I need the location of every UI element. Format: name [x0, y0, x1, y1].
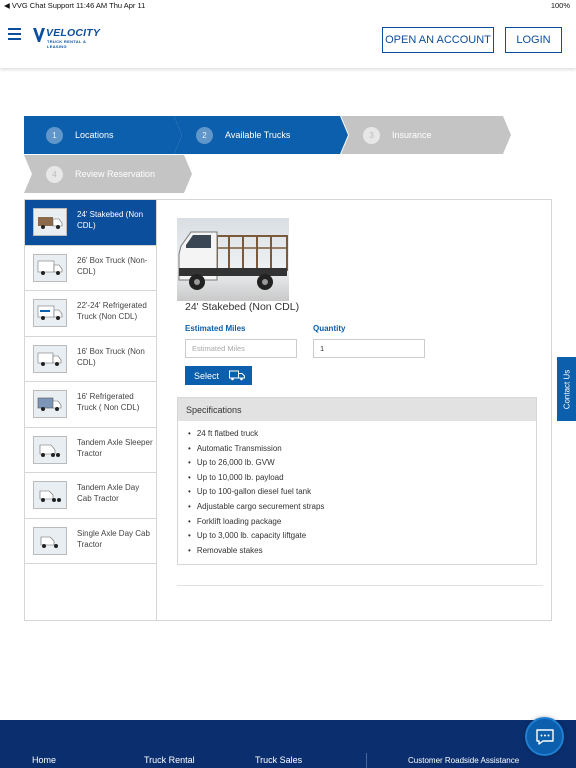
truck-item-16-refrigerated[interactable]: 16' Refrigerated Truck ( Non CDL)	[25, 382, 156, 428]
spec-item: Automatic Transmission	[188, 442, 536, 457]
spec-item: Up to 26,000 lb. GVW	[188, 456, 536, 471]
step-locations[interactable]: 1 Locations	[24, 116, 182, 154]
content-divider	[177, 585, 543, 586]
truck-item-24-stakebed[interactable]: 24' Stakebed (Non CDL)	[25, 200, 156, 246]
estimated-miles-label: Estimated Miles	[185, 324, 246, 333]
footer-link-truck-sales[interactable]: Truck Sales	[255, 755, 302, 765]
velocity-logo[interactable]: VELOCITY TRUCK RENTAL & LEASING	[33, 26, 105, 49]
truck-label: 16' Box Truck (Non CDL)	[77, 346, 145, 367]
site-footer: Home Truck Rental Truck Sales Customer R…	[0, 720, 576, 768]
spec-item: Up to 3,000 lb. capacity liftgate	[188, 529, 536, 544]
contact-us-tab[interactable]: Contact Us	[557, 357, 576, 421]
footer-link-home[interactable]: Home	[32, 755, 56, 765]
step-label: Review Reservation	[75, 169, 156, 179]
truck-label: Tandem Axle Sleeper Tractor	[77, 437, 153, 458]
truck-item-tandem-day-cab[interactable]: Tandem Axle Day Cab Tractor	[25, 473, 156, 519]
truck-thumbnail	[33, 390, 67, 418]
truck-label: 24' Stakebed (Non CDL)	[77, 210, 144, 230]
spec-item: Up to 10,000 lb. payload	[188, 471, 536, 486]
truck-label: 22'-24' Refrigerated Truck (Non CDL)	[77, 301, 147, 321]
truck-photo	[177, 218, 289, 301]
truck-thumbnail	[33, 253, 67, 282]
truck-thumbnail	[33, 299, 67, 327]
specifications-heading: Specifications	[178, 398, 536, 421]
spec-item: Adjustable cargo securement straps	[188, 500, 536, 515]
spec-item: Up to 100-gallon diesel fuel tank	[188, 485, 536, 500]
step-label: Locations	[75, 130, 114, 140]
truck-thumbnail	[33, 526, 67, 555]
quantity-input[interactable]: 1	[313, 339, 425, 358]
spec-item: Removable stakes	[188, 544, 536, 559]
quantity-label: Quantity	[313, 324, 346, 333]
truck-item-16-box[interactable]: 16' Box Truck (Non CDL)	[25, 337, 156, 382]
truck-label: Single Axle Day Cab Tractor	[77, 528, 150, 549]
logo-wordmark: VELOCITY	[46, 27, 101, 39]
specifications-list: 24 ft flatbed truck Automatic Transmissi…	[178, 421, 536, 558]
step-available-trucks[interactable]: 2 Available Trucks	[174, 116, 348, 154]
logo-v-icon	[33, 28, 45, 42]
reservation-panel: 24' Stakebed (Non CDL) 26' Box Truck (No…	[24, 199, 552, 621]
specifications-box: Specifications 24 ft flatbed truck Autom…	[177, 397, 537, 565]
truck-item-single-day-cab[interactable]: Single Axle Day Cab Tractor	[25, 519, 156, 564]
truck-thumbnail	[33, 435, 67, 464]
spec-item: 24 ft flatbed truck	[188, 427, 536, 442]
site-header: VELOCITY TRUCK RENTAL & LEASING OPEN AN …	[0, 12, 576, 68]
truck-thumbnail	[33, 344, 67, 373]
step-number: 4	[46, 165, 63, 183]
step-label: Available Trucks	[225, 130, 291, 140]
step-number: 1	[46, 126, 63, 144]
chat-bubble-icon	[535, 728, 554, 745]
status-left: ◀ VVG Chat Support 11:46 AM Thu Apr 11	[4, 1, 146, 10]
truck-item-tandem-sleeper[interactable]: Tandem Axle Sleeper Tractor	[25, 428, 156, 473]
chat-button[interactable]	[525, 717, 564, 756]
step-label: Insurance	[392, 130, 432, 140]
truck-thumbnail	[33, 208, 67, 236]
truck-list: 24' Stakebed (Non CDL) 26' Box Truck (No…	[25, 200, 157, 620]
truck-item-26-box[interactable]: 26' Box Truck (Non-CDL)	[25, 246, 156, 291]
step-review-reservation[interactable]: 4 Review Reservation	[24, 155, 192, 193]
truck-title: 24' Stakebed (Non CDL)	[185, 301, 300, 313]
estimated-miles-input[interactable]: Estimated Miles	[185, 339, 297, 358]
login-button[interactable]: LOGIN	[505, 27, 562, 53]
menu-icon[interactable]	[8, 28, 21, 40]
status-bar: ◀ VVG Chat Support 11:46 AM Thu Apr 11 1…	[0, 0, 576, 12]
truck-icon	[229, 370, 246, 381]
footer-divider	[366, 753, 367, 768]
select-button[interactable]: Select	[185, 366, 252, 385]
logo-tagline: TRUCK RENTAL & LEASING	[47, 39, 87, 49]
select-label: Select	[194, 370, 220, 381]
footer-link-truck-rental[interactable]: Truck Rental	[144, 755, 195, 765]
truck-thumbnail	[33, 481, 67, 509]
step-number: 3	[363, 126, 380, 144]
open-account-button[interactable]: OPEN AN ACCOUNT	[382, 27, 494, 53]
contact-us-label: Contact Us	[562, 369, 572, 409]
step-number: 2	[196, 126, 213, 144]
truck-label: 26' Box Truck (Non-CDL)	[77, 255, 148, 276]
truck-label: Tandem Axle Day Cab Tractor	[77, 483, 140, 503]
footer-link-roadside-assistance[interactable]: Customer Roadside Assistance	[408, 756, 519, 765]
spec-item: Forklift loading package	[188, 515, 536, 530]
step-insurance[interactable]: 3 Insurance	[341, 116, 511, 154]
battery-status: 100%	[550, 1, 570, 10]
truck-item-22-24-refrigerated[interactable]: 22'-24' Refrigerated Truck (Non CDL)	[25, 291, 156, 337]
truck-label: 16' Refrigerated Truck ( Non CDL)	[77, 392, 140, 412]
